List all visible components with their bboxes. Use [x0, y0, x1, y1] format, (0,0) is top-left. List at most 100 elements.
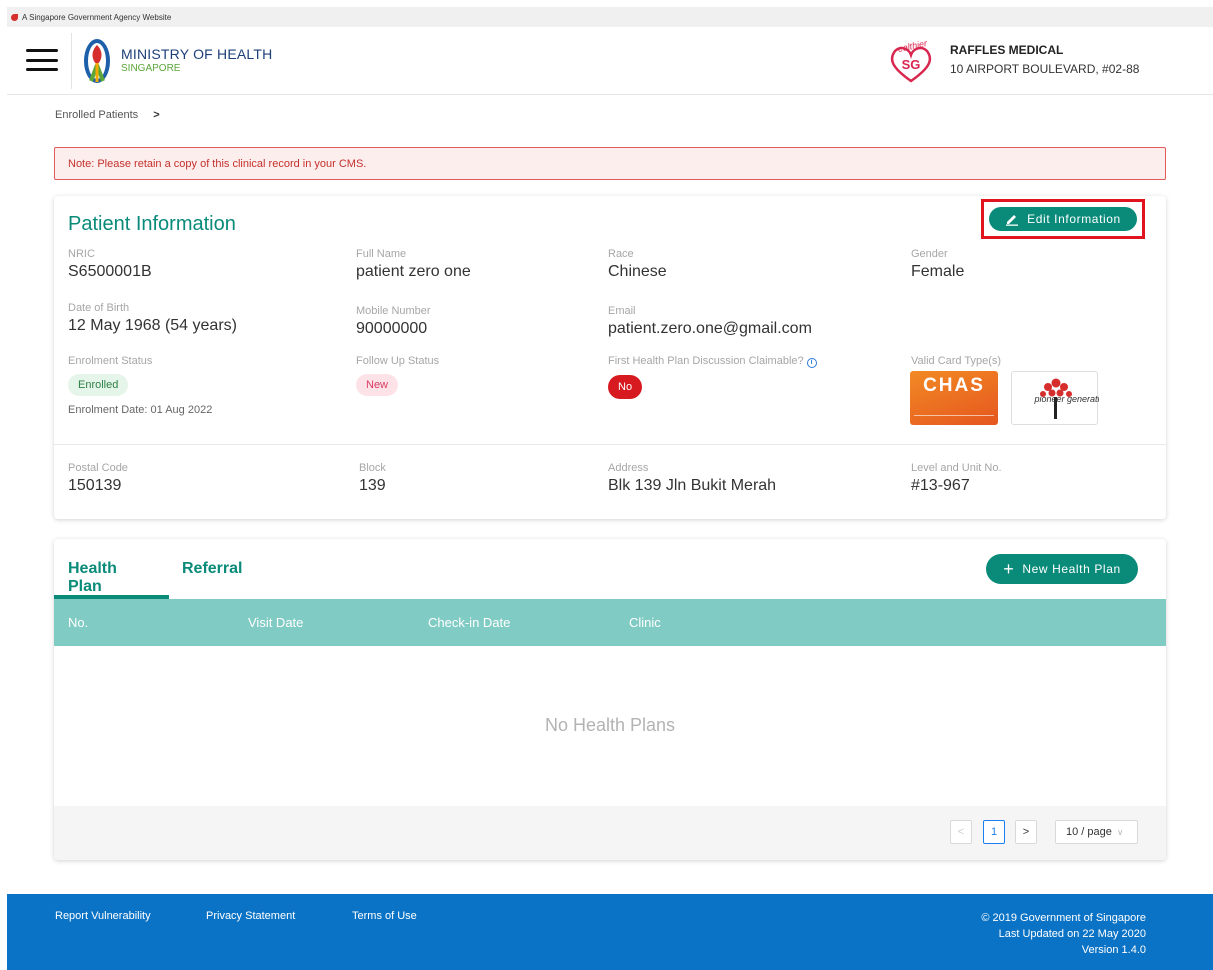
gender-value: Female: [911, 263, 965, 280]
new-health-plan-label: New Health Plan: [1022, 562, 1121, 576]
moh-crest-icon: [84, 39, 110, 83]
enrolment-date: Enrolment Date: 01 Aug 2022: [68, 404, 213, 416]
footer-link-terms-of-use[interactable]: Terms of Use: [352, 910, 417, 922]
edit-information-button[interactable]: Edit Information: [989, 207, 1137, 231]
dob-label: Date of Birth: [68, 302, 130, 314]
page-1-button[interactable]: 1: [983, 820, 1005, 844]
footer-link-privacy-statement[interactable]: Privacy Statement: [206, 910, 295, 922]
race-label: Race: [608, 248, 634, 260]
nric-value: S6500001B: [68, 263, 152, 280]
record-note-banner: Note: Please retain a copy of this clini…: [54, 147, 1166, 180]
dob-value: 12 May 1968 (54 years): [68, 317, 237, 334]
chas-card-image: CHAS: [910, 371, 998, 425]
block-label: Block: [359, 462, 386, 474]
menu-icon[interactable]: [26, 49, 58, 71]
table-header: No. Visit Date Check-in Date Clinic: [54, 599, 1166, 646]
section-divider: [54, 444, 1166, 445]
footer-copyright: © 2019 Government of Singapore: [981, 912, 1146, 924]
footer-version: Version 1.4.0: [1081, 944, 1146, 956]
valid-cards-field: Valid Card Type(s): [911, 355, 1001, 367]
column-check-in-date: Check-in Date: [428, 615, 511, 630]
next-page-button[interactable]: >: [1015, 820, 1037, 844]
fhpd-claimable-badge: No: [608, 375, 643, 399]
block-value: 139: [359, 477, 386, 494]
ministry-title: MINISTRY OF HEALTH SINGAPORE: [121, 46, 272, 74]
plus-icon: +: [1003, 559, 1015, 579]
breadcrumb-separator: >: [153, 109, 160, 121]
nric-field: NRIC S6500001B: [68, 248, 152, 281]
pioneer-generation-card-image: pioneer generation: [1011, 371, 1110, 425]
mobile-field: Mobile Number 90000000: [356, 305, 431, 338]
pencil-icon: [1006, 215, 1019, 226]
clinic-address: 10 AIRPORT BOULEVARD, #02-88: [950, 62, 1140, 76]
footer-info: © 2019 Government of Singapore Last Upda…: [981, 910, 1146, 958]
info-icon[interactable]: i: [806, 358, 817, 368]
ministry-country: SINGAPORE: [121, 63, 181, 74]
health-plan-card: Health Plan Referral + New Health Plan N…: [54, 539, 1166, 860]
fhpd-claimable-field: First Health Plan Discussion Claimable? i…: [608, 355, 817, 399]
race-value: Chinese: [608, 263, 667, 280]
postal-code-value: 150139: [68, 477, 122, 494]
gov-masthead: A Singapore Government Agency Website: [7, 7, 1213, 27]
email-field: Email patient.zero.one@gmail.com: [608, 305, 812, 338]
page-size-value: 10 / page: [1066, 826, 1112, 838]
email-label: Email: [608, 305, 636, 317]
app-header: MINISTRY OF HEALTH SINGAPORE SG ealthier…: [7, 27, 1213, 95]
page-size-select[interactable]: 10 / page ∨: [1055, 820, 1138, 844]
patient-info-title: Patient Information: [68, 213, 236, 235]
ministry-name: MINISTRY OF HEALTH: [121, 46, 273, 62]
race-field: Race Chinese: [608, 248, 667, 281]
clinic-info: RAFFLES MEDICAL 10 AIRPORT BOULEVARD, #0…: [950, 43, 1139, 76]
pioneer-tree-icon: pioneer generation: [1033, 378, 1110, 419]
unit-value: #13-967: [911, 477, 970, 494]
clinic-name: RAFFLES MEDICAL: [950, 43, 1064, 57]
breadcrumb-enrolled-patients[interactable]: Enrolled Patients: [55, 109, 138, 121]
tab-referral[interactable]: Referral: [182, 560, 242, 578]
chas-card-text: CHAS: [923, 375, 985, 396]
healthier-sg-logo: SG ealthier: [890, 38, 932, 83]
postal-code-field: Postal Code 150139: [68, 462, 128, 495]
dob-field: Date of Birth 12 May 1968 (54 years): [68, 302, 237, 335]
follow-up-status-field: Follow Up Status New: [356, 355, 439, 396]
gov-masthead-text: A Singapore Government Agency Website: [22, 12, 172, 22]
enrolment-status-field: Enrolment Status Enrolled Enrolment Date…: [68, 355, 212, 416]
edit-button-highlight: Edit Information: [981, 199, 1145, 239]
pioneer-card-text: pioneer generation: [1033, 394, 1099, 404]
full-name-value: patient zero one: [356, 263, 471, 280]
breadcrumb: Enrolled Patients >: [55, 109, 160, 121]
fhpd-claimable-label: First Health Plan Discussion Claimable?: [608, 355, 804, 367]
enrolment-status-badge: Enrolled: [68, 374, 129, 396]
block-field: Block 139: [359, 462, 386, 495]
edit-information-label: Edit Information: [1027, 212, 1121, 226]
footer: Report Vulnerability Privacy Statement T…: [7, 894, 1213, 970]
new-health-plan-button[interactable]: + New Health Plan: [986, 554, 1138, 584]
unit-label: Level and Unit No.: [911, 462, 1002, 474]
prev-page-button[interactable]: <: [950, 820, 972, 844]
full-name-label: Full Name: [356, 248, 407, 260]
nric-label: NRIC: [68, 248, 95, 260]
mobile-value: 90000000: [356, 320, 428, 337]
address-label: Address: [608, 462, 649, 474]
gender-label: Gender: [911, 248, 948, 260]
follow-up-status-label: Follow Up Status: [356, 355, 440, 367]
mobile-label: Mobile Number: [356, 305, 431, 317]
pagination-bar: < 1 > 10 / page ∨: [54, 806, 1166, 860]
address-value: Blk 139 Jln Bukit Merah: [608, 477, 777, 494]
empty-state-text: No Health Plans: [544, 715, 676, 735]
email-value: patient.zero.one@gmail.com: [608, 320, 812, 337]
svg-text:SG: SG: [902, 57, 921, 72]
address-field: Address Blk 139 Jln Bukit Merah: [608, 462, 776, 495]
footer-link-report-vulnerability[interactable]: Report Vulnerability: [55, 910, 151, 922]
column-no: No.: [68, 615, 89, 630]
header-divider: [71, 33, 72, 89]
patient-info-card: Patient Information Edit Information NRI…: [54, 196, 1166, 519]
column-visit-date: Visit Date: [248, 615, 304, 630]
gender-field: Gender Female: [911, 248, 964, 281]
enrolment-status-label: Enrolment Status: [68, 355, 153, 367]
chas-card-strip: [914, 415, 994, 421]
lion-head-icon: [11, 13, 18, 21]
tab-health-plan[interactable]: Health Plan: [68, 560, 117, 596]
valid-cards-label: Valid Card Type(s): [911, 355, 1002, 367]
follow-up-status-badge: New: [356, 374, 399, 396]
postal-code-label: Postal Code: [68, 462, 128, 474]
